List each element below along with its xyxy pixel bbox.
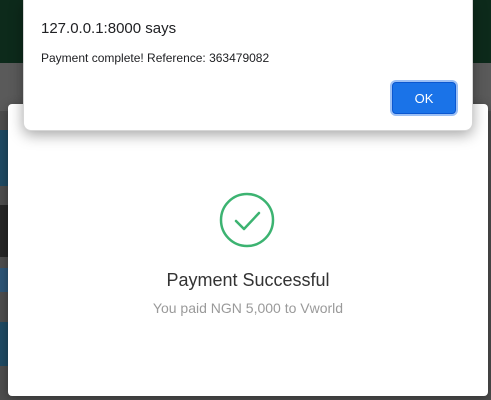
background-left-strip bbox=[0, 205, 8, 257]
success-title: Payment Successful bbox=[166, 270, 330, 290]
alert-message: Payment complete! Reference: 363479082 bbox=[41, 51, 270, 65]
payment-summary-text: You paid NGN 5,000 to Vworld bbox=[152, 300, 344, 316]
background-left-strip bbox=[0, 322, 8, 366]
browser-alert-dialog: 127.0.0.1:8000 says Payment complete! Re… bbox=[23, 0, 473, 131]
background-left-strip bbox=[0, 130, 8, 186]
ok-button[interactable]: OK bbox=[392, 82, 456, 114]
background-left-strip bbox=[0, 268, 8, 292]
payment-success-modal: Payment Successful You paid NGN 5,000 to… bbox=[8, 104, 488, 396]
alert-origin-title: 127.0.0.1:8000 says bbox=[41, 20, 177, 37]
check-circle-icon bbox=[219, 192, 275, 248]
